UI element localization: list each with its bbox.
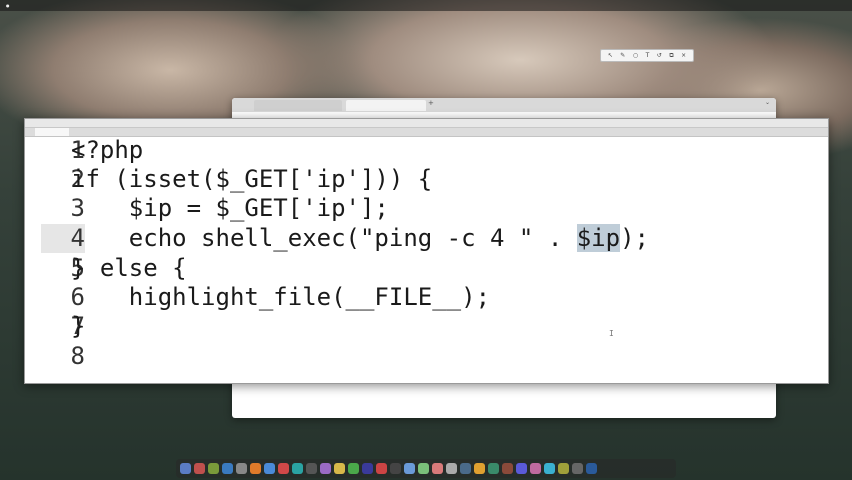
shape-tool-icon[interactable]: ○ bbox=[633, 52, 638, 59]
text-tool-icon[interactable]: T bbox=[646, 52, 650, 59]
dock-app-icon[interactable] bbox=[502, 463, 513, 474]
dock-app-icon[interactable] bbox=[446, 463, 457, 474]
line-text-after: ); bbox=[620, 224, 649, 252]
text-cursor-icon: I bbox=[609, 329, 614, 338]
dock-app-icon[interactable] bbox=[222, 463, 233, 474]
chevron-down-icon[interactable]: ⌄ bbox=[765, 99, 770, 106]
dock-app-icon[interactable] bbox=[418, 463, 429, 474]
browser-tab-bar: + ⌄ bbox=[232, 98, 776, 112]
dock-app-icon[interactable] bbox=[530, 463, 541, 474]
editor-title-bar bbox=[25, 119, 828, 128]
dock-app-icon[interactable] bbox=[236, 463, 247, 474]
code-line: 5 } else { bbox=[25, 254, 828, 283]
line-text: } bbox=[71, 312, 86, 340]
undo-icon[interactable]: ↺ bbox=[657, 52, 662, 59]
dock-app-icon[interactable] bbox=[250, 463, 261, 474]
editor-window: 1 <?php 2 if (isset($_GET['ip'])) { 3 $i… bbox=[24, 118, 829, 384]
dock-app-icon[interactable] bbox=[404, 463, 415, 474]
line-text: highlight_file(__FILE__); bbox=[71, 283, 491, 311]
dock-app-icon[interactable] bbox=[488, 463, 499, 474]
dock-app-icon[interactable] bbox=[362, 463, 373, 474]
line-text: if (isset($_GET['ip'])) { bbox=[71, 165, 433, 193]
annotation-toolbar: ↖ ✎ ○ T ↺ ⧉ × bbox=[600, 49, 694, 62]
dock-app-icon[interactable] bbox=[460, 463, 471, 474]
dock-app-icon[interactable] bbox=[208, 463, 219, 474]
line-number: 8 bbox=[70, 342, 85, 370]
dock-app-icon[interactable] bbox=[348, 463, 359, 474]
dock-app-icon[interactable] bbox=[572, 463, 583, 474]
dock-app-icon[interactable] bbox=[306, 463, 317, 474]
menu-bar: ● bbox=[0, 0, 852, 11]
code-area[interactable]: 1 <?php 2 if (isset($_GET['ip'])) { 3 $i… bbox=[25, 136, 828, 383]
new-tab-icon[interactable]: + bbox=[428, 99, 434, 107]
code-line: 2 if (isset($_GET['ip'])) { bbox=[25, 165, 828, 194]
line-text: <?php bbox=[71, 136, 144, 164]
dock-app-icon[interactable] bbox=[292, 463, 303, 474]
dock-app-icon[interactable] bbox=[264, 463, 275, 474]
copy-icon[interactable]: ⧉ bbox=[669, 52, 673, 60]
dock-app-icon[interactable] bbox=[432, 463, 443, 474]
code-line: 6 highlight_file(__FILE__); bbox=[25, 283, 828, 312]
dock-app-icon[interactable] bbox=[516, 463, 527, 474]
line-text: echo shell_exec("ping -c 4 " . $ip); bbox=[71, 224, 649, 253]
pen-tool-icon[interactable]: ✎ bbox=[620, 52, 625, 59]
dock-app-icon[interactable] bbox=[474, 463, 485, 474]
dock-app-icon[interactable] bbox=[558, 463, 569, 474]
dock-app-icon[interactable] bbox=[334, 463, 345, 474]
browser-tab-2[interactable] bbox=[346, 100, 426, 111]
dock-app-icon[interactable] bbox=[320, 463, 331, 474]
code-line: 8 bbox=[25, 342, 828, 371]
code-line: 1 <?php bbox=[25, 136, 828, 165]
browser-tab-1[interactable] bbox=[254, 100, 342, 111]
code-line: 7 } bbox=[25, 312, 828, 341]
line-text: $ip = $_GET['ip']; bbox=[71, 194, 389, 222]
dock-app-icon[interactable] bbox=[194, 463, 205, 474]
dock-app-icon[interactable] bbox=[376, 463, 387, 474]
code-line-current: 4 echo shell_exec("ping -c 4 " . $ip); bbox=[25, 224, 828, 253]
dock bbox=[176, 459, 676, 478]
select-tool-icon[interactable]: ↖ bbox=[608, 52, 613, 59]
apple-menu-icon[interactable]: ● bbox=[6, 0, 10, 11]
editor-tab[interactable] bbox=[35, 128, 69, 136]
close-icon[interactable]: × bbox=[681, 52, 686, 59]
line-text: } else { bbox=[71, 254, 187, 282]
selected-variable: $ip bbox=[576, 224, 621, 252]
dock-app-icon[interactable] bbox=[544, 463, 555, 474]
dock-app-icon[interactable] bbox=[180, 463, 191, 474]
dock-app-icon[interactable] bbox=[586, 463, 597, 474]
line-text-before: echo shell_exec("ping -c 4 " . bbox=[71, 224, 577, 252]
dock-app-icon[interactable] bbox=[390, 463, 401, 474]
dock-app-icon[interactable] bbox=[278, 463, 289, 474]
code-line: 3 $ip = $_GET['ip']; bbox=[25, 194, 828, 223]
